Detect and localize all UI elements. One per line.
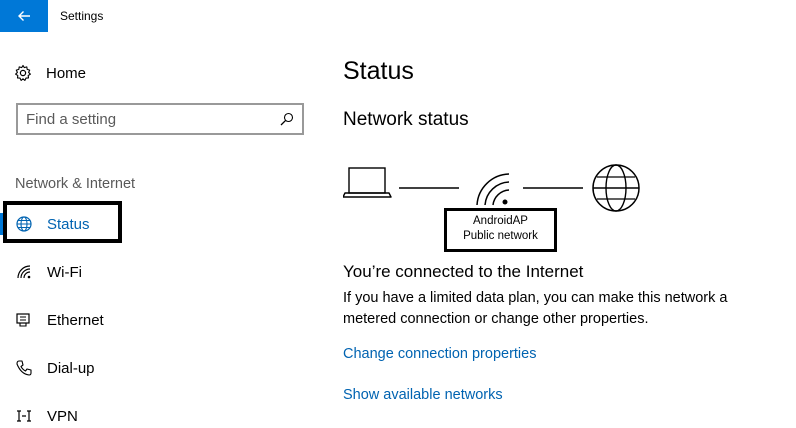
globe-internet-icon [592,164,640,212]
search-box[interactable] [16,103,304,135]
vpn-icon [14,406,34,426]
sidebar-item-label: Ethernet [47,311,104,329]
connection-status-heading: You’re connected to the Internet [343,262,584,281]
nav-home[interactable]: Home [14,62,86,84]
sidebar-item-label: Dial-up [47,359,95,377]
show-available-networks-link[interactable]: Show available networks [343,387,503,403]
phone-icon [14,358,34,378]
sidebar-item-label: Wi-Fi [47,263,82,281]
ethernet-icon [14,310,34,330]
highlight-box [3,201,122,243]
change-connection-properties-link[interactable]: Change connection properties [343,346,536,362]
sidebar-item-wifi[interactable]: Wi-Fi [0,252,300,292]
sidebar-item-ethernet[interactable]: Ethernet [0,300,300,340]
network-name-box: AndroidAP Public network [444,208,557,252]
network-name: AndroidAP [473,215,528,227]
window-title: Settings [60,9,104,23]
page-title: Status [343,57,414,85]
section-label: Network & Internet [15,176,136,192]
sidebar-item-vpn[interactable]: VPN [0,396,300,428]
laptop-icon [343,167,392,198]
sidebar-item-dialup[interactable]: Dial-up [0,348,300,388]
network-status-heading: Network status [343,109,469,130]
nav-home-label: Home [46,64,87,82]
arrow-left-icon [18,11,30,21]
back-button[interactable] [0,0,48,32]
network-type: Public network [463,230,538,242]
search-input[interactable] [26,110,266,128]
sidebar-item-label: VPN [47,407,78,425]
title-bar: Settings [0,0,796,32]
wifi-icon [14,262,34,282]
connection-description: If you have a limited data plan, you can… [343,290,728,327]
gear-icon [15,64,31,81]
wifi-signal-icon [476,173,510,206]
search-icon[interactable] [280,112,294,126]
